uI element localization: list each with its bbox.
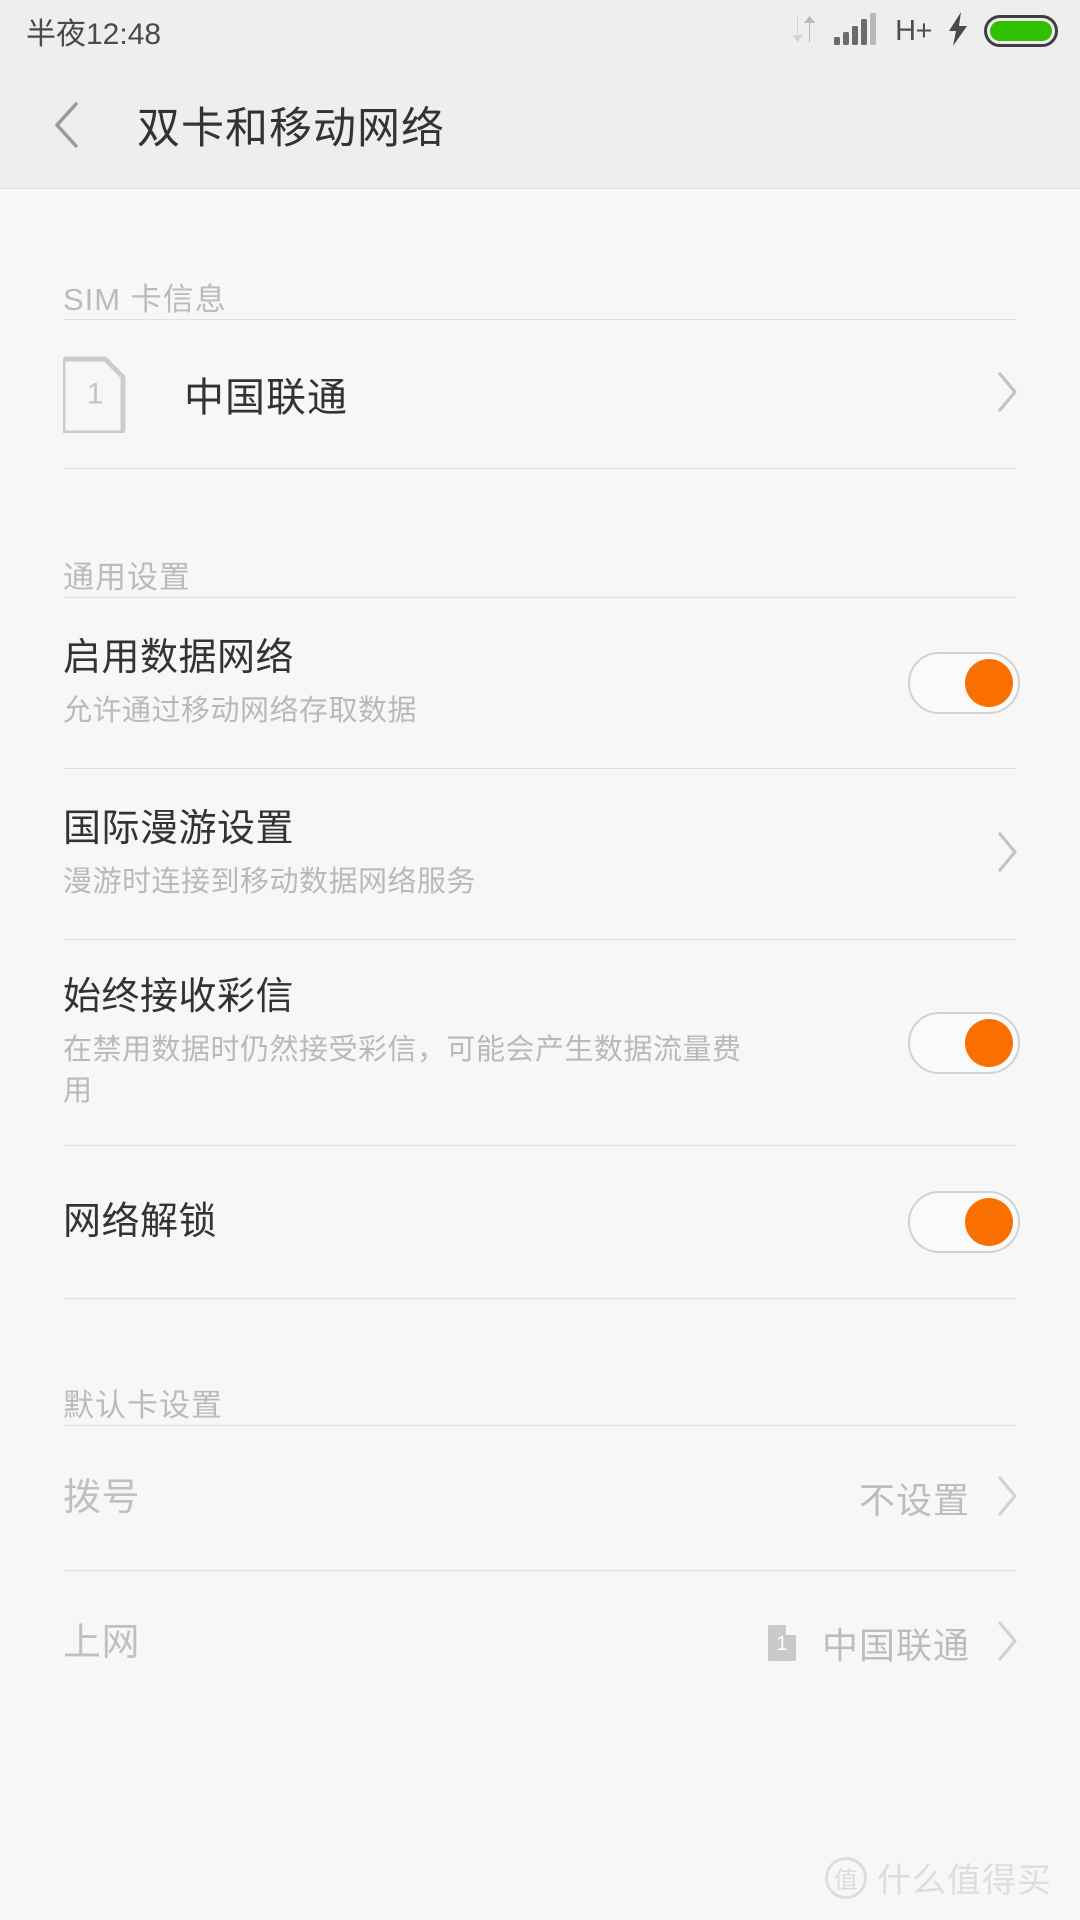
sim-carrier-name: 中国联通 xyxy=(184,376,348,420)
row-network-unlock[interactable]: 网络解锁 xyxy=(0,1146,1080,1298)
data-transfer-icon xyxy=(789,13,819,50)
toggle-knob xyxy=(965,1018,1013,1067)
section-header-common-settings: 通用设置 xyxy=(63,560,191,595)
watermark-logo-icon: 值 xyxy=(825,1856,867,1899)
row-enable-data-network[interactable]: 启用数据网络 允许通过移动网络存取数据 xyxy=(0,598,1080,768)
row-text-block: 拨号 xyxy=(63,1474,859,1523)
chevron-right-icon xyxy=(996,371,1020,418)
mini-sim-badge-icon: 1 xyxy=(767,1625,796,1661)
back-chevron-icon[interactable] xyxy=(44,102,90,148)
row-title: 启用数据网络 xyxy=(63,636,295,679)
section-header-sim-info: SIM 卡信息 xyxy=(63,282,227,317)
watermark-text: 什么值得买 xyxy=(877,1862,1052,1900)
row-text-block: 国际漫游设置 漫游时连接到移动数据网络服务 xyxy=(63,805,996,904)
row-always-receive-mms[interactable]: 始终接收彩信 在禁用数据时仍然接受彩信，可能会产生数据流量费用 xyxy=(0,940,1080,1145)
chevron-right-icon xyxy=(996,1620,1020,1667)
row-title: 始终接收彩信 xyxy=(63,975,295,1018)
watermark: 值 什么值得买 xyxy=(825,1853,1052,1902)
toggle-enable-data-network[interactable] xyxy=(908,652,1020,714)
section-header-default-card: 默认卡设置 xyxy=(63,1388,223,1423)
status-bar: 半夜12:48 H+ xyxy=(0,0,1080,62)
page-title: 双卡和移动网络 xyxy=(137,105,445,153)
row-title: 拨号 xyxy=(63,1476,141,1519)
toggle-knob xyxy=(965,1198,1013,1246)
row-subtitle: 漫游时连接到移动数据网络服务 xyxy=(63,866,477,899)
title-bar: 双卡和移动网络 xyxy=(0,62,1080,189)
row-subtitle: 在禁用数据时仍然接受彩信，可能会产生数据流量费用 xyxy=(63,1034,742,1108)
row-title: 上网 xyxy=(63,1621,141,1664)
battery-full-icon xyxy=(984,15,1058,47)
row-text-block: 始终接收彩信 在禁用数据时仍然接受彩信，可能会产生数据流量费用 xyxy=(63,973,908,1113)
network-type-label: H+ xyxy=(895,14,932,47)
chevron-right-icon xyxy=(996,831,1020,878)
sim-card-row[interactable]: 1 中国联通 xyxy=(0,320,1080,468)
mini-sim-slot-number: 1 xyxy=(776,1633,788,1655)
signal-bars-icon xyxy=(834,12,880,50)
row-text-block: 上网 xyxy=(63,1619,768,1668)
row-international-roaming[interactable]: 国际漫游设置 漫游时连接到移动数据网络服务 xyxy=(0,769,1080,939)
row-text-block: 网络解锁 xyxy=(63,1198,908,1247)
row-subtitle: 允许通过移动网络存取数据 xyxy=(63,695,418,728)
toggle-knob xyxy=(965,659,1013,707)
chevron-right-icon xyxy=(996,1475,1020,1522)
row-default-dial[interactable]: 拨号 不设置 xyxy=(0,1426,1080,1570)
battery-fill xyxy=(990,21,1052,41)
row-value-dial: 不设置 xyxy=(858,1480,970,1521)
row-title: 网络解锁 xyxy=(63,1200,218,1243)
row-title: 国际漫游设置 xyxy=(63,807,295,850)
settings-content: SIM 卡信息 1 中国联通 通用设置 启用数据网络 允许通过移动网络存取数据 xyxy=(0,189,1080,1725)
toggle-network-unlock[interactable] xyxy=(908,1191,1020,1253)
toggle-always-receive-mms[interactable] xyxy=(908,1011,1020,1074)
row-text-block: 启用数据网络 允许通过移动网络存取数据 xyxy=(63,634,908,733)
sim-slot-number: 1 xyxy=(86,377,104,411)
status-clock: 半夜12:48 xyxy=(26,18,162,51)
row-default-data[interactable]: 上网 1 中国联通 xyxy=(0,1571,1080,1715)
charging-bolt-icon xyxy=(947,11,969,51)
status-icon-group: H+ xyxy=(789,11,1058,51)
row-value-data: 中国联通 xyxy=(821,1625,970,1666)
sim-card-icon: 1 xyxy=(60,355,127,436)
